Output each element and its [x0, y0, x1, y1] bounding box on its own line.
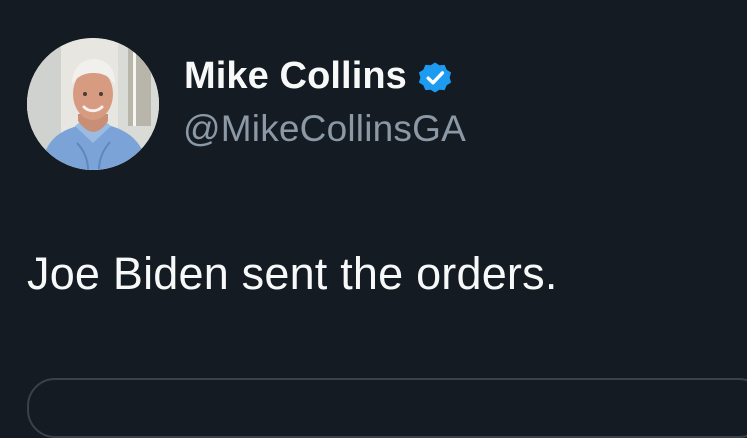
- author-handle[interactable]: @MikeCollinsGA: [183, 108, 466, 150]
- verified-badge-icon: [417, 60, 453, 96]
- author-display-name[interactable]: Mike Collins: [184, 55, 407, 98]
- tweet-card[interactable]: Mike Collins @MikeCollinsGA Joe Biden se…: [0, 0, 747, 438]
- author-name-row[interactable]: Mike Collins: [184, 52, 453, 100]
- quoted-post-card[interactable]: [27, 378, 747, 438]
- tweet-text: Joe Biden sent the orders.: [27, 248, 558, 299]
- profile-photo-icon: [27, 38, 159, 170]
- author-avatar[interactable]: [27, 38, 159, 170]
